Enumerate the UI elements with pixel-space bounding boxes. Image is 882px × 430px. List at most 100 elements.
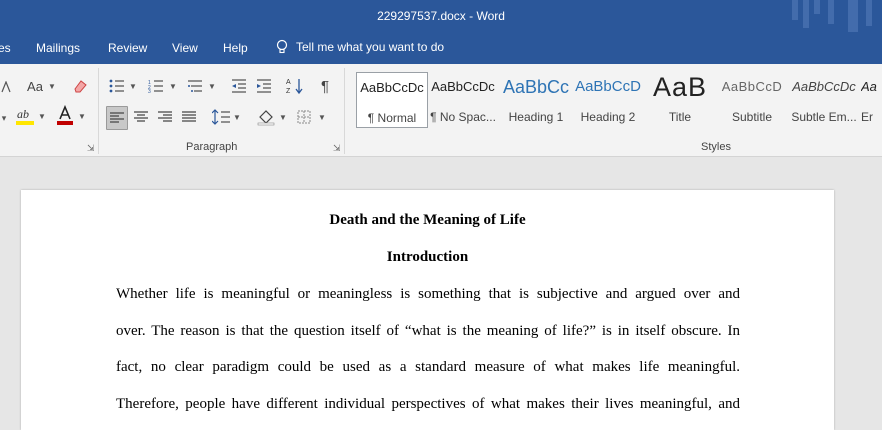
multilevel-list-icon: [188, 80, 202, 92]
outdent-icon: [232, 79, 246, 93]
svg-text:ab: ab: [17, 107, 29, 121]
styles-group-label: Styles: [701, 141, 731, 153]
align-right-icon: [158, 111, 172, 122]
section-heading: Introduction: [386, 249, 469, 265]
style-sample: AaBbCcD: [575, 78, 641, 95]
chevron-down-icon[interactable]: ▼: [48, 82, 56, 91]
paint-bucket-icon: [257, 110, 275, 126]
style-subtitle[interactable]: AaBbCcD Subtitle: [717, 72, 787, 126]
style-sample: AaBbCcD: [721, 79, 783, 94]
chevron-down-icon[interactable]: ▼: [129, 82, 137, 91]
style-name: Heading 2: [580, 110, 636, 124]
title-bar-pattern: [792, 0, 798, 20]
ribbon-tabs: es Mailings Review View Help Tell me wha…: [0, 32, 882, 64]
borders-icon: [297, 110, 311, 124]
text-effects-button[interactable]: ▾: [0, 107, 8, 129]
style-name: Title: [668, 110, 692, 124]
style-sample: AaBbCcDc: [360, 80, 424, 95]
chevron-down-icon[interactable]: ▼: [233, 113, 241, 122]
change-case-button[interactable]: Aa: [24, 75, 46, 97]
multilevel-list-button[interactable]: [186, 75, 204, 97]
style-name: ¶ No Spac...: [430, 110, 496, 124]
align-left-button[interactable]: [106, 106, 128, 130]
document-title: Death and the Meaning of Life: [329, 212, 526, 228]
style-emphasis[interactable]: Aa Er: [861, 72, 882, 126]
style-no-spacing[interactable]: AaBbCcDc ¶ No Spac...: [428, 72, 498, 126]
shading-button[interactable]: [256, 106, 276, 128]
ribbon: Aa ▼ ▾ ab ▼ ▼ ⇲ ▼ 123 ▼ ▼ A Z ¶ ▼ ▼ ▼ Pa…: [0, 64, 882, 157]
title-bar-pattern: [828, 0, 834, 24]
chevron-down-icon[interactable]: ▼: [38, 112, 46, 121]
decrease-indent-button[interactable]: [229, 75, 249, 97]
ribbon-separator: [98, 68, 99, 154]
title-bar-pattern: [866, 0, 872, 26]
tab-help[interactable]: Help: [223, 41, 248, 55]
bullets-button[interactable]: [108, 75, 126, 97]
title-bar-pattern: [803, 0, 809, 28]
svg-text:Z: Z: [286, 88, 291, 95]
tell-me-search[interactable]: Tell me what you want to do: [276, 39, 444, 55]
window-title: 229297537.docx - Word: [377, 9, 505, 23]
chevron-down-icon[interactable]: ▼: [318, 113, 326, 122]
eraser-icon: [74, 80, 87, 93]
borders-button[interactable]: [295, 106, 313, 128]
tell-me-label: Tell me what you want to do: [296, 40, 445, 54]
tab-view[interactable]: View: [172, 41, 198, 55]
align-right-button[interactable]: [156, 106, 174, 128]
chevron-down-icon[interactable]: ▼: [279, 113, 287, 122]
sort-button[interactable]: AZ: [285, 75, 305, 97]
style-sample: Aa: [861, 79, 877, 94]
font-color-icon: [57, 105, 73, 125]
show-formatting-marks-button[interactable]: ¶: [316, 75, 334, 97]
line-spacing-icon: [212, 109, 230, 125]
font-size-decrease-button[interactable]: [0, 76, 12, 98]
paragraph-line: fact, no clear paradigm could be used as…: [116, 359, 740, 375]
bullet-list-icon: [109, 79, 124, 93]
font-dialog-launcher[interactable]: ⇲: [87, 143, 95, 154]
paragraph-dialog-launcher[interactable]: ⇲: [333, 143, 341, 154]
style-name: ¶ Normal: [367, 111, 417, 125]
line-spacing-button[interactable]: [211, 106, 231, 128]
style-heading-1[interactable]: AaBbCc Heading 1: [501, 72, 571, 126]
numbering-button[interactable]: 123: [147, 75, 165, 97]
chevron-down-icon[interactable]: ▼: [208, 82, 216, 91]
style-name: Subtle Em...: [791, 110, 857, 124]
tab-review[interactable]: Review: [108, 41, 147, 55]
lightbulb-icon: [276, 39, 288, 54]
pilcrow-icon: ¶: [320, 77, 330, 95]
title-bar: 229297537.docx - Word: [0, 0, 882, 32]
increase-indent-button[interactable]: [254, 75, 274, 97]
title-bar-pattern: [848, 0, 858, 32]
paragraph-group-label: Paragraph: [186, 141, 238, 153]
style-normal[interactable]: AaBbCcDc ¶ Normal: [356, 72, 428, 128]
chevron-down-icon[interactable]: ▼: [78, 112, 86, 121]
align-center-icon: [134, 111, 148, 122]
indent-icon: [257, 79, 271, 93]
tab-references[interactable]: es: [0, 41, 11, 55]
style-title[interactable]: AaB Title: [645, 72, 715, 126]
justify-button[interactable]: [180, 106, 198, 128]
style-name: Heading 1: [508, 110, 564, 124]
highlighter-icon: ab: [16, 107, 34, 125]
highlight-button[interactable]: ab: [14, 105, 36, 127]
clear-formatting-button[interactable]: [71, 75, 89, 97]
svg-text:3: 3: [148, 89, 151, 93]
ribbon-separator: [344, 68, 345, 154]
title-bar-pattern: [814, 0, 820, 14]
style-name: Er: [861, 110, 873, 124]
paragraph-line: over. The reason is that the question it…: [116, 323, 740, 339]
tab-mailings[interactable]: Mailings: [36, 41, 80, 55]
svg-text:A: A: [286, 79, 291, 86]
style-heading-2[interactable]: AaBbCcD Heading 2: [573, 72, 643, 126]
document-page[interactable]: Death and the Meaning of Life Introducti…: [21, 190, 834, 430]
style-sample: AaBbCcDc: [431, 79, 495, 94]
font-shrink-icon: [1, 81, 11, 93]
paragraph-line: Therefore, people have different individ…: [116, 396, 740, 412]
align-center-button[interactable]: [132, 106, 150, 128]
style-subtle-emphasis[interactable]: AaBbCcDc Subtle Em...: [789, 72, 859, 126]
chevron-down-icon[interactable]: ▼: [169, 82, 177, 91]
style-sample: AaB: [652, 72, 708, 102]
style-sample: AaBbCcDc: [792, 79, 856, 94]
align-left-icon: [110, 112, 124, 123]
font-color-button[interactable]: [54, 105, 76, 127]
